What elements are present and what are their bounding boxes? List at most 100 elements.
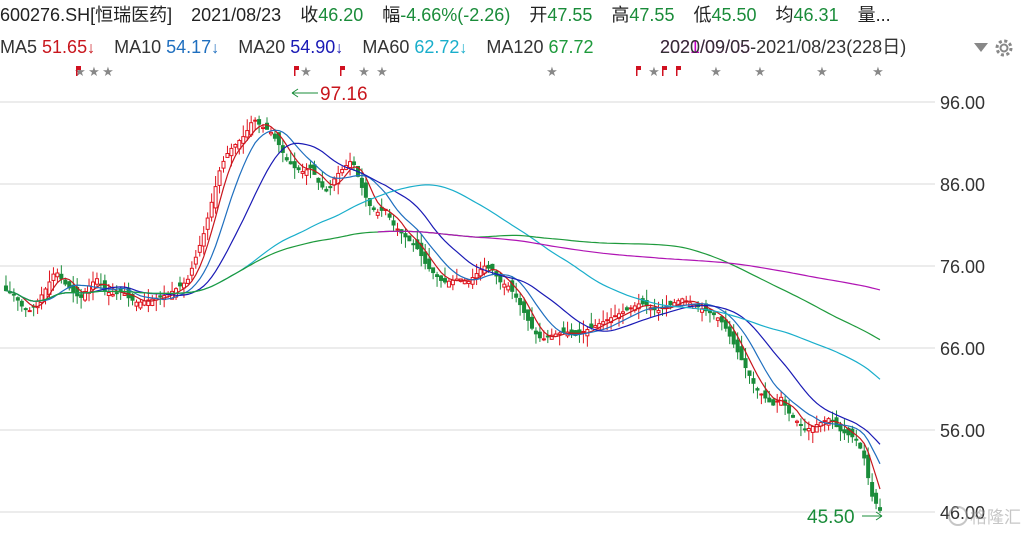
candle-body-up xyxy=(759,393,764,396)
candle-body-down xyxy=(711,312,716,316)
candle-body-up xyxy=(209,201,214,218)
candle-body-down xyxy=(292,161,297,169)
event-star-icon: ★ xyxy=(710,65,722,80)
candle-body-down xyxy=(862,450,867,459)
change-value: -4.66%(-2.26) xyxy=(400,5,511,25)
ma60-value: 62.72↓ xyxy=(414,37,468,57)
candle-body-down xyxy=(533,330,538,335)
candle-body-down xyxy=(359,177,364,188)
candle-body-down xyxy=(435,274,440,278)
candle-body-down xyxy=(308,164,313,169)
candle-body-up xyxy=(478,269,483,277)
date-range-front: 2020/09/05-2021/08/23(228日) xyxy=(660,37,907,57)
candle-body-up xyxy=(225,153,230,158)
event-star-icon: ★ xyxy=(816,65,828,80)
candle-body-down xyxy=(257,119,262,125)
candle-body-down xyxy=(411,243,416,246)
candle-body-down xyxy=(284,157,289,161)
low-price-label: 45.50 xyxy=(807,507,855,528)
candle-body-down xyxy=(526,309,531,321)
y-tick-label: 66.00 xyxy=(940,339,985,359)
date-range-label: 2021/09/05 2020/09/05-2021/08/23(228日) xyxy=(660,33,906,61)
candle-body-down xyxy=(514,293,519,298)
candle-body-down xyxy=(787,404,792,414)
candle-body-up xyxy=(94,278,99,285)
symbol-name: 600276.SH[恒瑞医药] xyxy=(0,5,173,25)
candle-body-down xyxy=(371,207,376,210)
candle-body-up xyxy=(217,170,222,186)
candle-body-up xyxy=(794,420,799,423)
candle-body-down xyxy=(177,282,182,287)
candle-body-up xyxy=(656,310,661,314)
candlestick-chart: ★ ★ ★ ★ ★ ★ ★ ★ ★ ★ ★ ★ 96.00 86.00 76.00 66.00 56.… xyxy=(0,65,1021,528)
candle-body-up xyxy=(39,294,44,304)
candle-body-up xyxy=(201,233,206,247)
candle-body-up xyxy=(268,131,273,135)
ma5-value: 51.65↓ xyxy=(42,37,96,57)
candle-body-down xyxy=(324,188,329,192)
candle-body-down xyxy=(727,326,732,337)
candle-body-down xyxy=(798,424,803,427)
candle-body-down xyxy=(63,279,68,285)
ma10-value: 54.17↓ xyxy=(166,37,220,57)
candle-body-up xyxy=(715,317,720,321)
candle-body-down xyxy=(19,300,24,307)
candle-body-up xyxy=(122,293,127,296)
candle-body-up xyxy=(142,300,147,306)
candle-body-down xyxy=(518,298,523,306)
collapse-triangle-icon[interactable] xyxy=(974,43,988,52)
candle-body-down xyxy=(771,399,776,406)
candle-body-down xyxy=(403,233,408,238)
candle-body-up xyxy=(628,307,633,310)
candle-body-down xyxy=(719,316,724,323)
candle-body-down xyxy=(747,370,752,376)
candle-body-up xyxy=(106,292,111,297)
candle-body-down xyxy=(668,300,673,306)
ma10-label: MA10 xyxy=(114,37,162,57)
candle-body-down xyxy=(387,213,392,218)
candle-body-down xyxy=(731,331,736,345)
settings-icon[interactable] xyxy=(995,39,1013,57)
candle-body-up xyxy=(189,267,194,276)
candle-body-up xyxy=(253,119,258,122)
candle-body-up xyxy=(474,273,479,279)
candle-body-up xyxy=(221,160,226,169)
candle-body-down xyxy=(767,397,772,403)
candle-body-down xyxy=(312,164,317,175)
candle-body-up xyxy=(233,143,238,148)
candle-body-up xyxy=(193,256,198,265)
candle-body-up xyxy=(506,285,511,291)
candle-body-down xyxy=(320,181,325,188)
moving-average-legend: MA5 51.65↓ MA10 54.17↓ MA20 54.90↓ MA60 … xyxy=(0,33,1024,61)
candle-body-up xyxy=(51,273,56,281)
candle-body-down xyxy=(522,301,527,313)
candle-body-down xyxy=(842,429,847,434)
candle-body-down xyxy=(288,161,293,165)
candle-body-down xyxy=(391,220,396,226)
candle-body-up xyxy=(541,338,546,341)
candle-body-down xyxy=(59,273,64,280)
candle-body-down xyxy=(624,307,629,311)
candle-body-up xyxy=(446,280,451,288)
candle-body-down xyxy=(352,161,357,166)
candle-body-down xyxy=(272,133,277,139)
candle-body-up xyxy=(466,280,471,285)
candle-body-up xyxy=(340,168,345,174)
candle-body-down xyxy=(439,275,444,281)
candle-body-down xyxy=(755,388,760,391)
candle-body-down xyxy=(735,339,740,353)
candle-body-down xyxy=(529,316,534,329)
event-star-icon: ★ xyxy=(546,65,558,80)
event-star-icon: ★ xyxy=(300,65,312,80)
candle-body-up xyxy=(395,228,400,231)
candle-body-down xyxy=(589,323,594,329)
chart-controls xyxy=(974,39,1013,57)
candle-body-down xyxy=(15,297,20,301)
candle-body-up xyxy=(502,283,507,288)
candle-body-down xyxy=(114,292,119,295)
candle-body-up xyxy=(261,126,266,130)
event-star-icon: ★ xyxy=(872,65,884,80)
low-value: 45.50 xyxy=(711,5,757,25)
candle-body-down xyxy=(486,264,491,269)
candle-body-down xyxy=(802,428,807,431)
